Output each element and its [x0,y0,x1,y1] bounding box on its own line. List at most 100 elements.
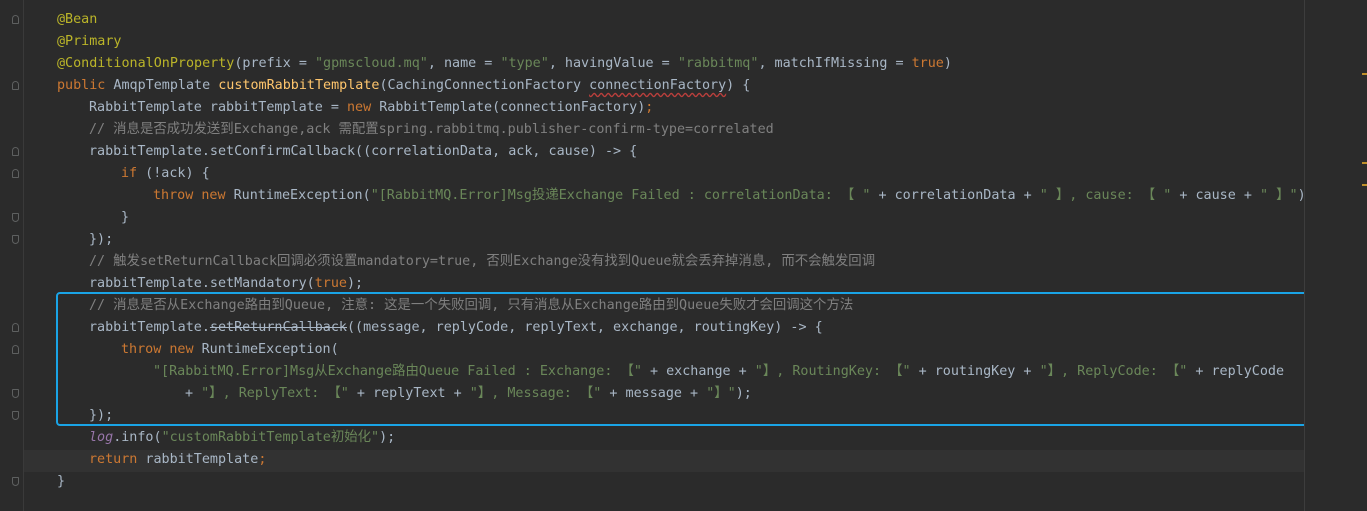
code-text: + message + [601,386,707,401]
code-text: ); [735,386,752,401]
code-line-6: // 消息是否成功发送到Exchange,ack 需配置spring.rabbi… [57,119,1314,141]
code-text: rabbitTemplate.setConfirmCallback((corre… [89,144,638,159]
code-line-14: // 消息是否从Exchange路由到Queue, 注意: 这是一个失败回调, … [57,295,1314,317]
comment: // 触发setReturnCallback回调必须设置mandatory=tr… [89,254,876,269]
error-stripe-mark[interactable] [1362,184,1367,186]
code-line-3: @ConditionalOnProperty(prefix = "gpmsclo… [57,53,1314,75]
code-text: + cause + [1171,188,1260,203]
error-stripe-mark[interactable] [1362,73,1367,75]
fold-marker-icon[interactable] [12,411,19,420]
code-line-18: + "】, ReplyText: 【" + replyText + "】, Me… [57,383,1314,405]
code-text: }); [89,232,114,247]
deprecated-method: setReturnCallback [209,320,347,335]
annotation: @Primary [57,34,122,49]
code-line-2: @Primary [57,31,1314,53]
string-literal: "】, ReplyCode: 【" [1039,364,1188,379]
code-editor[interactable]: @Bean @Primary @ConditionalOnProperty(pr… [0,0,1367,511]
code-text: + [185,386,202,401]
code-text: ) { [726,78,751,93]
keyword: if [121,166,138,181]
string-literal: " 】" [1259,188,1298,203]
annotation: @Bean [57,12,98,27]
code-line-4: public AmqpTemplate customRabbitTemplate… [57,75,1314,97]
fold-marker-icon[interactable] [12,389,19,398]
code-line-7: rabbitTemplate.setConfirmCallback((corre… [57,141,1314,163]
fold-marker-icon[interactable] [12,477,19,486]
fold-marker-icon[interactable] [12,81,19,90]
fold-marker-icon[interactable] [12,345,19,354]
code-text: ); [346,276,364,291]
code-line-22: } [57,471,1314,493]
code-line-12: // 触发setReturnCallback回调必须设置mandatory=tr… [57,251,1314,273]
code-text: rabbitTemplate [137,452,259,467]
code-text: + routingKey + [910,364,1040,379]
code-text: RuntimeException( [225,188,371,203]
string-literal: " 】, cause: 【 " [1039,188,1172,203]
code-line-16: throw new RuntimeException( [57,339,1314,361]
code-text: (CachingConnectionFactory [379,78,590,93]
code-text: RabbitTemplate rabbitTemplate = [89,100,347,115]
fold-marker-icon[interactable] [12,147,19,156]
code-text: rabbitTemplate. [89,320,210,335]
string-literal: "】, ReplyText: 【" [201,386,349,401]
code-line-10: } [57,207,1314,229]
comment: // 消息是否成功发送到Exchange,ack 需配置spring.rabbi… [89,122,774,137]
string-literal: "type" [500,56,549,71]
semicolon: ; [645,100,654,115]
editor-scrollbar[interactable] [1304,0,1367,511]
keyword: throw [121,342,162,357]
string-literal: "[RabbitMQ.Error]Msg投递Exchange Failed : … [370,188,871,203]
keyword: new [169,342,194,357]
fold-marker-icon[interactable] [12,213,19,222]
code-line-15: rabbitTemplate.setReturnCallback((messag… [57,317,1314,339]
code-text: }); [89,408,114,423]
string-literal: "gpmscloud.mq" [315,56,428,71]
error-stripe-mark[interactable] [1362,162,1367,164]
keyword: new [201,188,226,203]
code-text: , matchIfMissing = [758,56,912,71]
code-line-8: if (!ack) { [57,163,1314,185]
parameter-name: connectionFactory [589,78,727,93]
keyword: true [314,276,347,291]
code-text: (prefix = [234,56,315,71]
code-line-13: rabbitTemplate.setMandatory(true); [57,273,1314,295]
annotation: @ConditionalOnProperty [57,56,235,71]
code-text: (!ack) { [137,166,210,181]
string-literal: "customRabbitTemplate初始化" [161,430,380,445]
string-literal: "】" [706,386,736,401]
keyword: public [57,78,106,93]
code-line-19: }); [57,405,1314,427]
code-text: ((message, replyCode, replyText, exchang… [347,320,823,335]
code-text: + exchange + [641,364,755,379]
code-text: ); [379,430,396,445]
code-text: + replyCode [1187,364,1285,379]
code-line-21: return rabbitTemplate; [57,449,1314,471]
fold-marker-icon[interactable] [12,15,19,24]
code-area[interactable]: @Bean @Primary @ConditionalOnProperty(pr… [57,9,1314,493]
code-text: rabbitTemplate.setMandatory( [89,276,315,291]
keyword: new [346,100,372,115]
string-literal: "】, RoutingKey: 【" [754,364,911,379]
method-name: customRabbitTemplate [218,78,380,93]
code-line-20: log.info("customRabbitTemplate初始化"); [57,427,1314,449]
code-line-17: "[RabbitMQ.Error]Msg从Exchange路由Queue Fai… [57,361,1314,383]
code-text: AmqpTemplate [105,78,219,93]
fold-marker-icon[interactable] [12,235,19,244]
code-text: + correlationData + [870,188,1040,203]
code-text: RuntimeException( [193,342,339,357]
code-text: + replyText + [348,386,470,401]
fold-marker-icon[interactable] [12,169,19,178]
code-text: , name = [427,56,501,71]
keyword: true [911,56,944,71]
code-text: } [121,210,130,225]
string-literal: "rabbitmq" [677,56,759,71]
string-literal: "[RabbitMQ.Error]Msg从Exchange路由Queue Fai… [153,364,642,379]
fold-marker-icon[interactable] [12,323,19,332]
code-text: ) [943,56,952,71]
code-text: RabbitTemplate(connectionFactory) [371,100,646,115]
string-literal: "】, Message: 【" [469,386,602,401]
comment: // 消息是否从Exchange路由到Queue, 注意: 这是一个失败回调, … [89,298,854,313]
editor-gutter [0,0,24,511]
code-line-1: @Bean [57,9,1314,31]
keyword: return [89,452,138,467]
